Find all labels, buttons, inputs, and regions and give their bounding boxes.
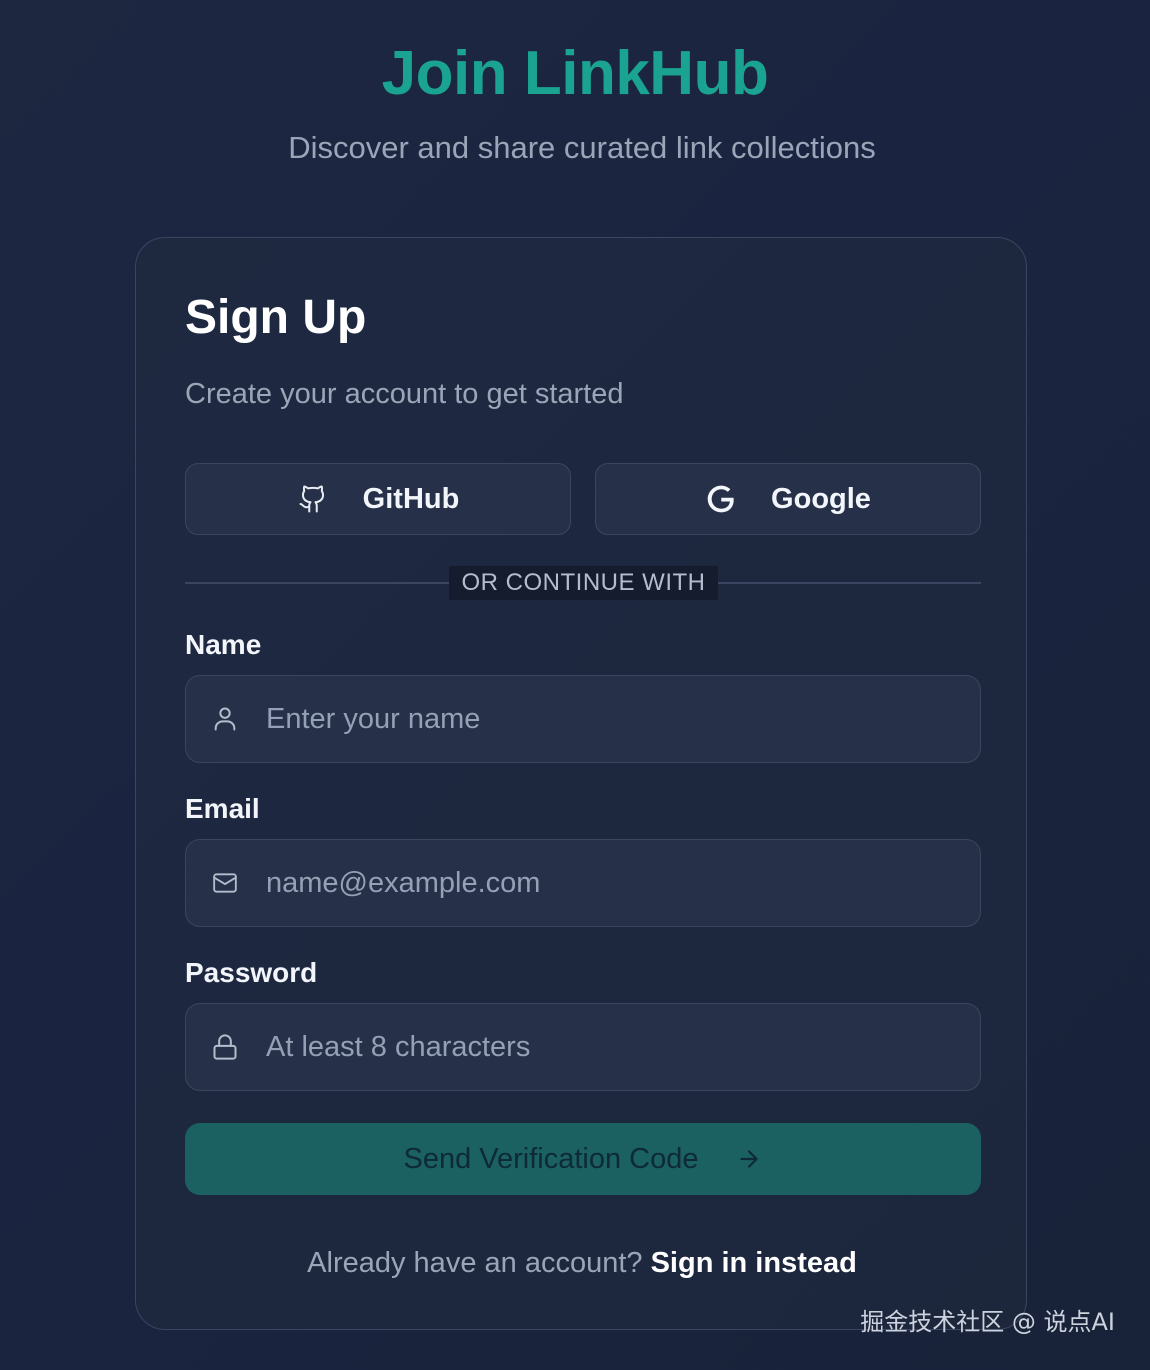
send-verification-button[interactable]: Send Verification Code bbox=[185, 1123, 981, 1195]
divider: OR CONTINUE WITH bbox=[185, 566, 981, 600]
page-subtitle: Discover and share curated link collecti… bbox=[288, 130, 876, 165]
github-button[interactable]: GitHub bbox=[185, 463, 571, 535]
mail-icon bbox=[209, 867, 241, 899]
github-icon bbox=[297, 483, 329, 515]
signin-prompt-text: Already have an account? bbox=[307, 1247, 643, 1279]
name-label: Name bbox=[185, 629, 262, 660]
watermark: 掘金技术社区 @ 说点AI bbox=[860, 1308, 1115, 1336]
password-label: Password bbox=[185, 957, 318, 988]
google-button-label: Google bbox=[771, 482, 871, 515]
name-field[interactable] bbox=[185, 675, 981, 763]
send-verification-label: Send Verification Code bbox=[403, 1142, 699, 1175]
email-label: Email bbox=[185, 793, 260, 824]
google-icon bbox=[705, 483, 737, 515]
card-subtitle: Create your account to get started bbox=[185, 378, 624, 410]
google-button[interactable]: Google bbox=[595, 463, 981, 535]
card-title: Sign Up bbox=[185, 291, 367, 344]
arrow-right-icon bbox=[735, 1145, 763, 1173]
signin-prompt: Already have an account? Sign in instead bbox=[136, 1245, 1028, 1281]
github-button-label: GitHub bbox=[362, 482, 460, 515]
signin-link[interactable]: Sign in instead bbox=[651, 1247, 857, 1279]
password-field[interactable] bbox=[185, 1003, 981, 1091]
divider-text: OR CONTINUE WITH bbox=[449, 566, 718, 600]
user-icon bbox=[209, 703, 241, 735]
password-input[interactable] bbox=[266, 1030, 980, 1064]
signup-card: Sign Up Create your account to get start… bbox=[135, 237, 1027, 1330]
lock-icon bbox=[209, 1031, 241, 1063]
email-field[interactable] bbox=[185, 839, 981, 927]
email-input[interactable] bbox=[266, 866, 980, 900]
page-title: Join LinkHub bbox=[381, 39, 769, 108]
name-input[interactable] bbox=[266, 702, 980, 736]
